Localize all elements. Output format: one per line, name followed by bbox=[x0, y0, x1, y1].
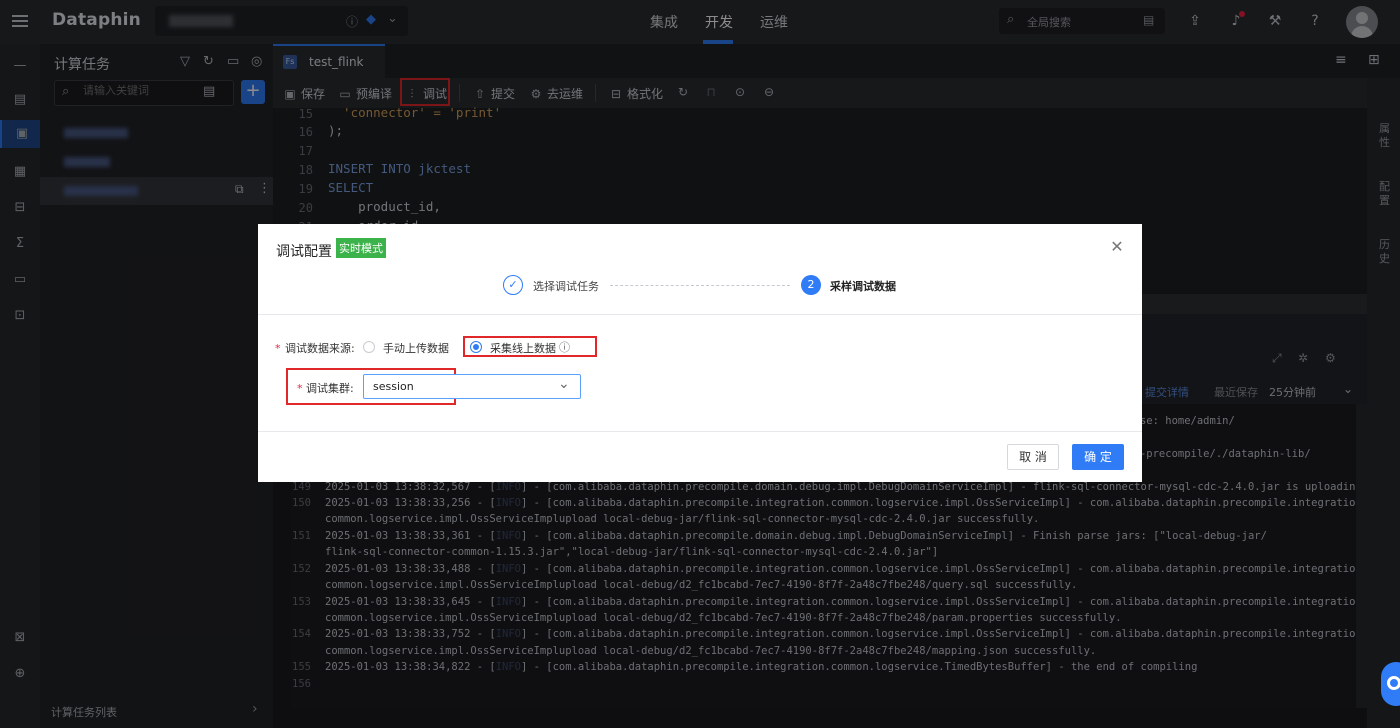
cancel-button[interactable]: 取 消 bbox=[1007, 444, 1059, 470]
help-assistant-button[interactable] bbox=[1381, 662, 1400, 706]
ok-button[interactable]: 确 定 bbox=[1072, 444, 1124, 470]
step1-label: 选择调试任务 bbox=[533, 280, 599, 293]
cluster-select-value: session bbox=[373, 380, 414, 393]
debug-config-dialog: 调试配置 实时模式 ✕ ✓ 选择调试任务 2 采样调试数据 * 调试数据来源: … bbox=[258, 224, 1142, 482]
realtime-mode-badge: 实时模式 bbox=[336, 238, 386, 258]
radio-manual-upload[interactable] bbox=[363, 341, 375, 353]
required-mark: * bbox=[297, 382, 303, 395]
divider bbox=[258, 431, 1142, 432]
step-connector bbox=[610, 285, 790, 286]
divider bbox=[258, 314, 1142, 315]
info-icon[interactable]: ⓘ bbox=[559, 339, 570, 355]
source-label: 调试数据来源: bbox=[285, 342, 355, 355]
radio-manual-label[interactable]: 手动上传数据 bbox=[383, 340, 449, 356]
step2-number: 2 bbox=[801, 275, 821, 295]
step-done-check-icon: ✓ bbox=[503, 275, 523, 295]
radio-online-data[interactable] bbox=[470, 341, 482, 353]
cluster-select[interactable]: session ⌄ bbox=[363, 374, 581, 399]
required-mark: * bbox=[275, 342, 281, 355]
close-icon[interactable]: ✕ bbox=[1110, 239, 1124, 255]
chevron-down-icon: ⌄ bbox=[558, 376, 570, 392]
assistant-icon bbox=[1387, 676, 1400, 690]
dialog-title: 调试配置 bbox=[276, 244, 332, 260]
radio-online-label[interactable]: 采集线上数据 bbox=[490, 340, 556, 356]
step2-label: 采样调试数据 bbox=[830, 280, 896, 293]
cluster-label: 调试集群: bbox=[306, 382, 354, 395]
